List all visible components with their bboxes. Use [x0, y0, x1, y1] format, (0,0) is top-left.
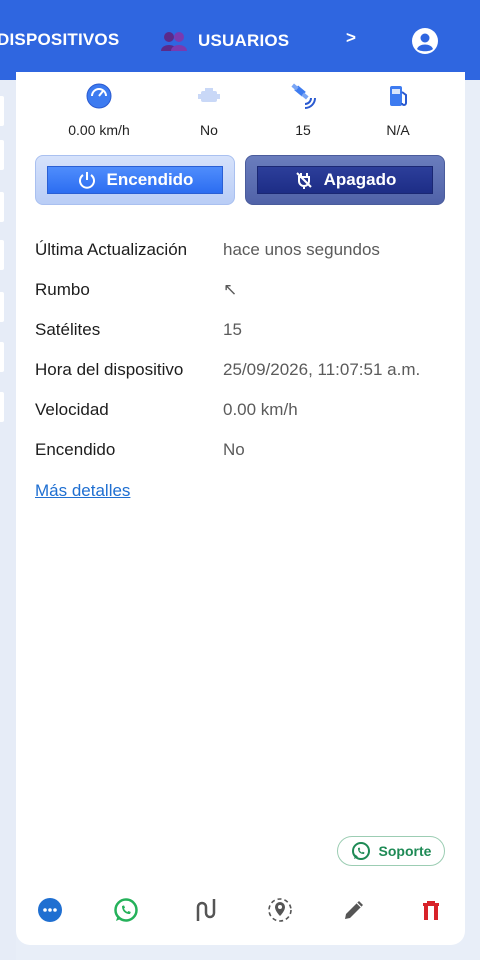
detail-value: 0.00 km/h	[223, 400, 298, 419]
heading-arrow: ↖	[223, 280, 238, 299]
stat-engine-value: No	[200, 122, 218, 138]
side-panel-edge	[0, 80, 16, 960]
detail-label: Hora del dispositivo	[35, 360, 184, 379]
stat-fuel-value: N/A	[386, 122, 410, 138]
stat-fuel: N/A	[353, 80, 443, 138]
edit-icon[interactable]	[341, 897, 367, 923]
detail-value: 25/09/2026, 11:07:51 a.m.	[223, 360, 421, 379]
detail-row-last-update: Última Actualización hace unos segundos	[35, 240, 455, 280]
detail-label: Encendido	[35, 440, 116, 459]
support-button[interactable]: Soporte	[337, 836, 445, 866]
detail-label: Última Actualización	[35, 240, 188, 259]
engine-on-button[interactable]: Encendido	[35, 155, 235, 205]
detail-label: Velocidad	[35, 400, 109, 419]
tab-devices[interactable]: DISPOSITIVOS	[0, 30, 119, 50]
top-nav-bar: DISPOSITIVOS USUARIOS >	[0, 0, 480, 80]
engine-off-label: Apagado	[323, 170, 397, 189]
power-off-icon	[295, 172, 312, 189]
engine-on-label: Encendido	[106, 170, 194, 189]
power-icon	[78, 172, 95, 189]
detail-label: Satélites	[35, 320, 101, 339]
whatsapp-icon[interactable]	[113, 897, 139, 923]
detail-value: 15	[223, 320, 242, 339]
detail-value: No	[223, 440, 245, 459]
status-stats: 0.00 km/h No 15 N/A	[16, 80, 465, 150]
detail-row-speed: Velocidad 0.00 km/h	[35, 400, 455, 440]
tab-users-label: USUARIOS	[198, 31, 290, 50]
detail-row-heading: Rumbo ↖	[35, 280, 455, 320]
delete-icon[interactable]	[418, 897, 444, 923]
bottom-action-bar	[16, 893, 465, 927]
detail-row-satellites: Satélites 15	[35, 320, 455, 360]
speedometer-icon	[86, 83, 112, 109]
users-icon	[161, 32, 187, 51]
detail-label: Rumbo	[35, 280, 90, 299]
satellite-icon	[291, 83, 316, 109]
engine-off-button[interactable]: Apagado	[245, 155, 445, 205]
detail-row-ignition: Encendido No	[35, 440, 455, 480]
device-details: Última Actualización hace unos segundos …	[35, 240, 455, 480]
geofence-icon[interactable]	[267, 897, 293, 923]
whatsapp-icon	[351, 842, 370, 860]
detail-value: hace unos segundos	[223, 240, 380, 259]
support-label: Soporte	[378, 843, 432, 859]
more-icon[interactable]	[37, 897, 63, 923]
account-circle-icon[interactable]	[411, 27, 439, 55]
stat-satellites: 15	[258, 80, 348, 138]
route-icon[interactable]	[192, 897, 218, 923]
stat-satellites-value: 15	[295, 122, 311, 138]
next-tab-arrow[interactable]: >	[346, 28, 356, 48]
stat-engine: No	[164, 80, 254, 138]
engine-icon	[198, 88, 220, 102]
fuel-icon	[390, 86, 407, 106]
detail-row-device-time: Hora del dispositivo 25/09/2026, 11:07:5…	[35, 360, 455, 400]
stat-speed-value: 0.00 km/h	[68, 122, 130, 138]
stat-speed: 0.00 km/h	[54, 80, 144, 138]
more-details-link[interactable]: Más detalles	[35, 481, 130, 501]
tab-users[interactable]: USUARIOS	[160, 30, 289, 52]
